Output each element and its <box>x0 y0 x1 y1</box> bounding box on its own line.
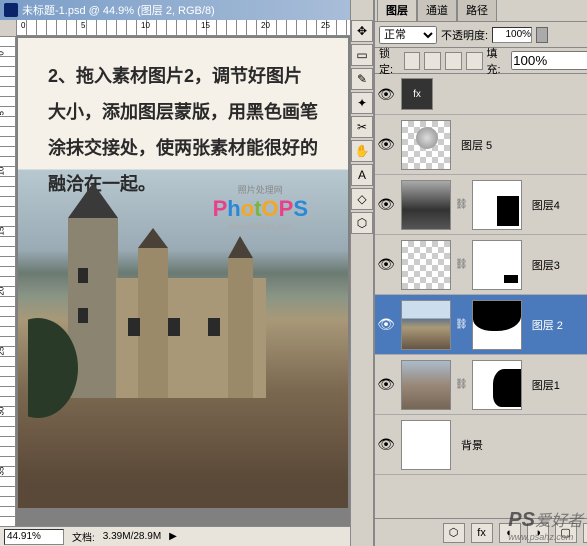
visibility-eye-icon[interactable]: 👁 <box>375 376 397 393</box>
panel-tabs: 图层 通道 路径 <box>375 0 587 22</box>
layer-thumb[interactable]: fx <box>401 78 433 110</box>
layer-row[interactable]: 👁 背景 🔒 <box>375 415 587 475</box>
hand-icon[interactable]: ✋ <box>351 140 373 162</box>
document-titlebar: 未标题-1.psd @ 44.9% (图层 2, RGB/8) <box>0 0 350 20</box>
type-icon[interactable]: A <box>351 164 373 186</box>
layers-list: 👁 fx 👁 图层 5 👁 ⛓ 图层4 👁 ⛓ <box>375 74 587 518</box>
layer-row[interactable]: 👁 图层 5 <box>375 115 587 175</box>
tab-layers[interactable]: 图层 <box>377 0 417 21</box>
layer-name[interactable]: 图层 2 <box>526 317 563 333</box>
tab-channels[interactable]: 通道 <box>417 0 457 21</box>
mask-icon[interactable]: ◐ <box>499 523 521 543</box>
fill-input[interactable] <box>511 51 587 70</box>
layer-name[interactable]: 背景 <box>455 437 483 453</box>
visibility-eye-icon[interactable]: 👁 <box>375 196 397 213</box>
layer-thumb[interactable] <box>401 420 451 470</box>
folder-icon[interactable]: ▢ <box>555 523 577 543</box>
link-icon: ⛓ <box>455 379 468 390</box>
layer-thumb[interactable] <box>401 180 451 230</box>
doc-size-value: 3.39M/28.9M <box>103 531 161 542</box>
layer-row[interactable]: 👁 fx <box>375 74 587 115</box>
ruler-horizontal[interactable]: 0 5 10 15 20 25 <box>16 20 350 36</box>
lock-transparency-icon[interactable] <box>404 52 421 70</box>
visibility-eye-icon[interactable]: 👁 <box>375 316 397 333</box>
lock-all-icon[interactable] <box>466 52 483 70</box>
document-image[interactable]: 2、拖入素材图片2，调节好图片大小，添加图层蒙版，用黑色画笔涂抹交接处，使两张素… <box>18 38 348 508</box>
lock-position-icon[interactable] <box>445 52 462 70</box>
mask-thumb[interactable] <box>472 300 522 350</box>
blend-mode-select[interactable]: 正常 <box>379 26 437 44</box>
adjust-icon[interactable]: ◑ <box>527 523 549 543</box>
scissors-icon[interactable]: ✂ <box>351 116 373 138</box>
visibility-eye-icon[interactable]: 👁 <box>375 436 397 453</box>
layer-row[interactable]: 👁 ⛓ 图层 2 <box>375 295 587 355</box>
status-bar: 文档: 3.39M/28.9M ▶ <box>0 526 350 546</box>
layer-name[interactable]: 图层4 <box>526 197 560 213</box>
layer-options-row: 正常 不透明度: <box>375 22 587 48</box>
mask-thumb[interactable] <box>472 360 522 410</box>
path-icon[interactable]: ⬡ <box>351 212 373 234</box>
opacity-label: 不透明度: <box>441 27 488 43</box>
layers-panel: 图层 通道 路径 正常 不透明度: 锁定: 填充: 👁 fx 👁 图层 5 <box>374 0 587 546</box>
link-icon[interactable]: ⬡ <box>443 523 465 543</box>
link-icon: ⛓ <box>455 199 468 210</box>
layer-row[interactable]: 👁 ⛓ 图层4 <box>375 175 587 235</box>
vertical-toolbar: ✥ ▭ ✎ ✦ ✂ ✋ A ◇ ⬡ <box>350 0 374 546</box>
fill-label: 填充: <box>487 45 508 77</box>
new-icon[interactable]: ▣ <box>583 523 587 543</box>
layer-name[interactable]: 图层1 <box>526 377 560 393</box>
layer-name[interactable]: 图层3 <box>526 257 560 273</box>
chevron-right-icon[interactable]: ▶ <box>169 531 177 542</box>
brush-icon[interactable]: ✎ <box>351 68 373 90</box>
mask-thumb[interactable] <box>472 180 522 230</box>
visibility-eye-icon[interactable]: 👁 <box>375 86 397 103</box>
rect-icon[interactable]: ▭ <box>351 44 373 66</box>
zoom-input[interactable] <box>4 529 64 545</box>
document-title: 未标题-1.psd @ 44.9% (图层 2, RGB/8) <box>22 2 215 18</box>
layer-name[interactable]: 图层 5 <box>455 137 492 153</box>
layer-thumb[interactable] <box>401 360 451 410</box>
shape-icon[interactable]: ◇ <box>351 188 373 210</box>
ruler-vertical[interactable]: 0 5 10 15 20 25 30 35 <box>0 36 16 526</box>
layer-thumb[interactable] <box>401 240 451 290</box>
layer-row[interactable]: 👁 ⛓ 图层3 <box>375 235 587 295</box>
layer-thumb[interactable] <box>401 300 451 350</box>
canvas-area[interactable]: 2、拖入素材图片2，调节好图片大小，添加图层蒙版，用黑色画笔涂抹交接处，使两张素… <box>16 36 350 526</box>
visibility-eye-icon[interactable]: 👁 <box>375 136 397 153</box>
doc-size-label: 文档: <box>72 529 95 544</box>
ps-file-icon <box>4 3 18 17</box>
layer-panel-buttons: ⬡ fx ◐ ◑ ▢ ▣ 🗑 <box>375 518 587 546</box>
lock-row: 锁定: 填充: <box>375 48 587 74</box>
castle-illustration <box>28 178 288 418</box>
fx-icon[interactable]: fx <box>471 523 493 543</box>
move-icon[interactable]: ✥ <box>351 20 373 42</box>
link-icon: ⛓ <box>455 319 468 330</box>
link-icon: ⛓ <box>455 259 468 270</box>
layer-thumb[interactable] <box>401 120 451 170</box>
mask-thumb[interactable] <box>472 240 522 290</box>
chevron-right-icon[interactable] <box>536 27 548 43</box>
visibility-eye-icon[interactable]: 👁 <box>375 256 397 273</box>
lock-pixels-icon[interactable] <box>424 52 441 70</box>
tab-paths[interactable]: 路径 <box>457 0 497 21</box>
layer-row[interactable]: 👁 ⛓ 图层1 <box>375 355 587 415</box>
wand-icon[interactable]: ✦ <box>351 92 373 114</box>
lock-label: 锁定: <box>379 45 400 77</box>
opacity-input[interactable] <box>492 27 532 43</box>
